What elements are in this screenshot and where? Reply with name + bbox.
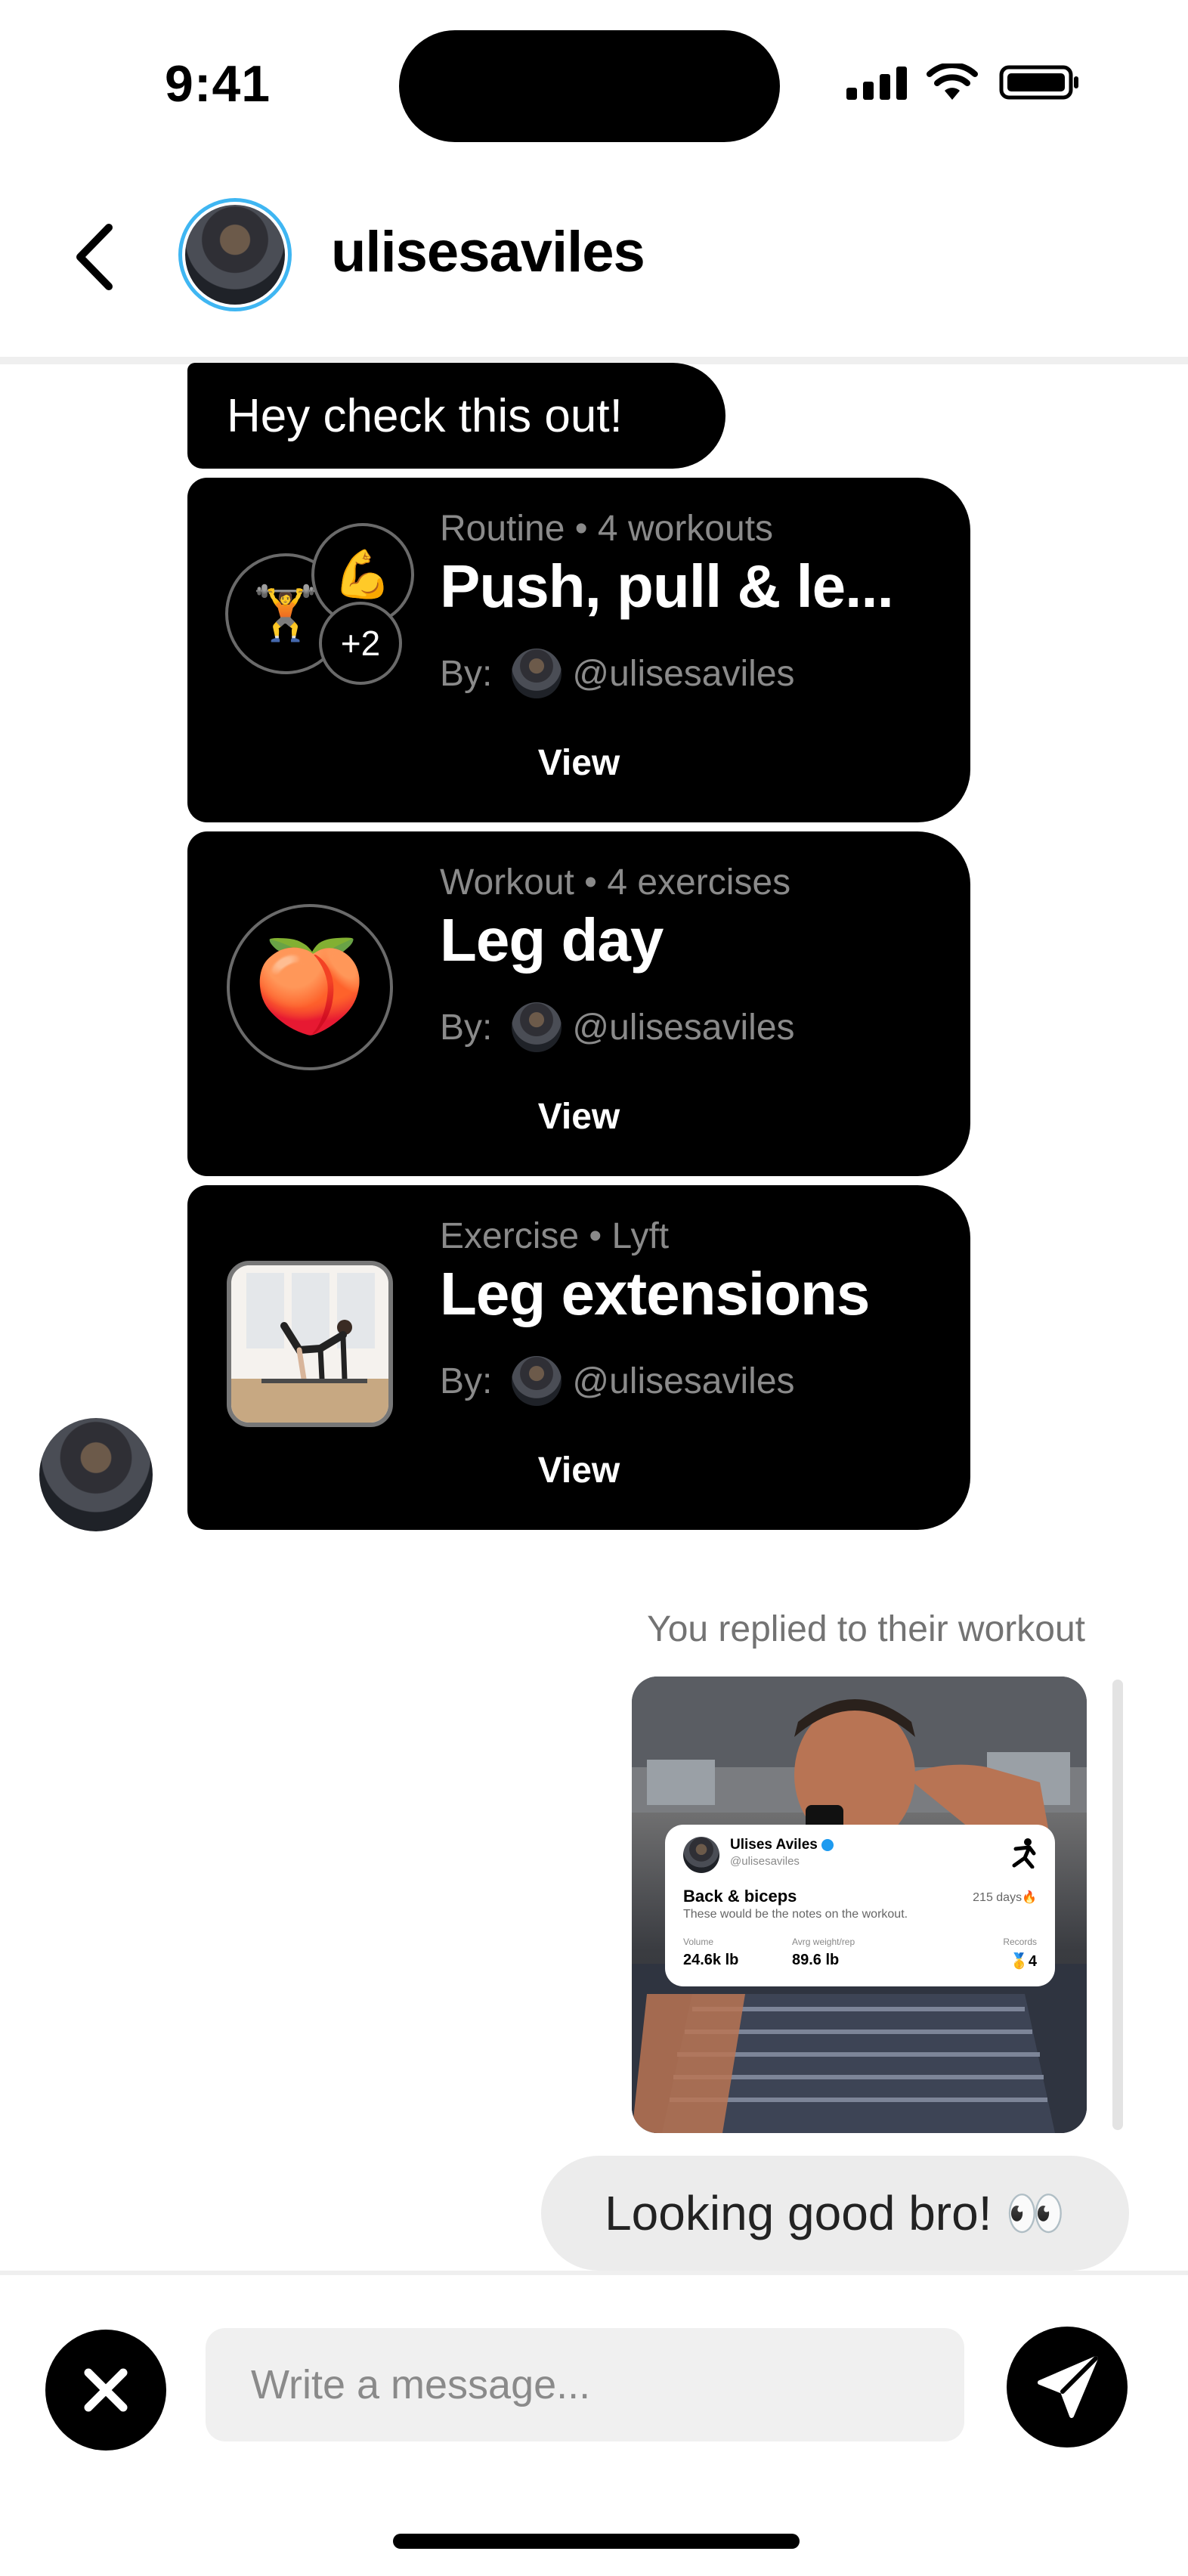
shared-exercise-card[interactable]: Exercise • Lyft Leg extensions By: @ulis…: [187, 1185, 970, 1530]
replied-workout-photo[interactable]: Ulises Aviles @ulisesaviles Back & bicep…: [632, 1677, 1087, 2133]
card-subtitle: Routine • 4 workouts: [440, 509, 774, 549]
by-label: By:: [440, 1361, 493, 1401]
shared-routine-card[interactable]: 🏋️ 💪 +2 Routine • 4 workouts Push, pull …: [187, 478, 970, 822]
message-bubble[interactable]: Hey check this out!: [187, 363, 725, 469]
author-avatar: [512, 1356, 562, 1406]
stat-label-volume: Volume: [683, 1937, 714, 1947]
author-handle[interactable]: @ulisesaviles: [572, 1361, 794, 1402]
send-button[interactable]: [1007, 2327, 1128, 2448]
card-author: By: @ulisesaviles: [440, 1356, 795, 1406]
author-handle[interactable]: @ulisesaviles: [572, 1007, 794, 1048]
workout-streak: 215 days🔥: [973, 1891, 1037, 1904]
reply-message-bubble[interactable]: Looking good bro! 👀: [541, 2156, 1129, 2271]
avatar: [683, 1837, 719, 1873]
workout-user-handle: @ulisesaviles: [730, 1855, 800, 1868]
composer-divider: [0, 2271, 1188, 2275]
view-button[interactable]: View: [187, 1096, 970, 1138]
workout-notes: These would be the notes on the workout.: [683, 1908, 908, 1921]
home-indicator: [393, 2534, 800, 2549]
stat-value-records: 🥇4: [1009, 1953, 1037, 1970]
dynamic-island: [399, 30, 780, 142]
status-time: 9:41: [165, 55, 271, 113]
wifi-icon: [927, 63, 978, 100]
peach-icon: 🍑: [227, 904, 393, 1070]
message-input-container[interactable]: [206, 2328, 964, 2441]
stat-value-volume: 24.6k lb: [683, 1952, 739, 1968]
reply-indicator-bar: [1112, 1680, 1123, 2130]
reply-context-label: You replied to their workout: [647, 1609, 1085, 1649]
author-avatar: [512, 649, 562, 698]
profile-avatar[interactable]: [178, 198, 292, 311]
stat-label-records: Records: [1003, 1937, 1037, 1947]
signal-icon: [846, 67, 907, 100]
card-title: Push, pull & le...: [440, 553, 894, 620]
sender-avatar[interactable]: [39, 1418, 153, 1531]
more-count-badge: +2: [319, 602, 402, 685]
exercise-thumbnail: [227, 1261, 393, 1427]
runner-logo-icon: [1012, 1838, 1036, 1869]
battery-icon: [999, 65, 1078, 100]
chat-username[interactable]: ulisesaviles: [331, 219, 645, 285]
card-title: Leg extensions: [440, 1260, 870, 1327]
by-label: By:: [440, 653, 493, 694]
verified-icon: [821, 1838, 834, 1851]
close-button[interactable]: [45, 2330, 166, 2451]
workout-summary-card: Ulises Aviles @ulisesaviles Back & bicep…: [665, 1825, 1055, 1986]
stat-label-avg-weight: Avrg weight/rep: [792, 1937, 855, 1947]
workout-user-name: Ulises Aviles: [730, 1837, 834, 1853]
send-icon: [1038, 2356, 1098, 2418]
view-button[interactable]: View: [187, 1450, 970, 1491]
author-avatar: [512, 1002, 562, 1052]
workout-title: Back & biceps: [683, 1887, 797, 1906]
by-label: By:: [440, 1007, 493, 1048]
message-text: Hey check this out!: [227, 389, 623, 442]
message-input[interactable]: [249, 2361, 920, 2409]
view-button[interactable]: View: [187, 742, 970, 784]
shared-workout-card[interactable]: 🍑 Workout • 4 exercises Leg day By: @uli…: [187, 831, 970, 1176]
close-icon: [84, 2368, 128, 2412]
card-subtitle: Exercise • Lyft: [440, 1216, 670, 1256]
card-author: By: @ulisesaviles: [440, 649, 795, 698]
card-title: Leg day: [440, 906, 664, 974]
stat-value-avg-weight: 89.6 lb: [792, 1952, 840, 1968]
avatar-image: [185, 205, 285, 305]
card-author: By: @ulisesaviles: [440, 1002, 795, 1052]
chevron-left-icon[interactable]: [73, 223, 118, 291]
card-subtitle: Workout • 4 exercises: [440, 862, 791, 903]
author-handle[interactable]: @ulisesaviles: [572, 653, 794, 695]
reply-message-text: Looking good bro! 👀: [605, 2185, 1066, 2240]
